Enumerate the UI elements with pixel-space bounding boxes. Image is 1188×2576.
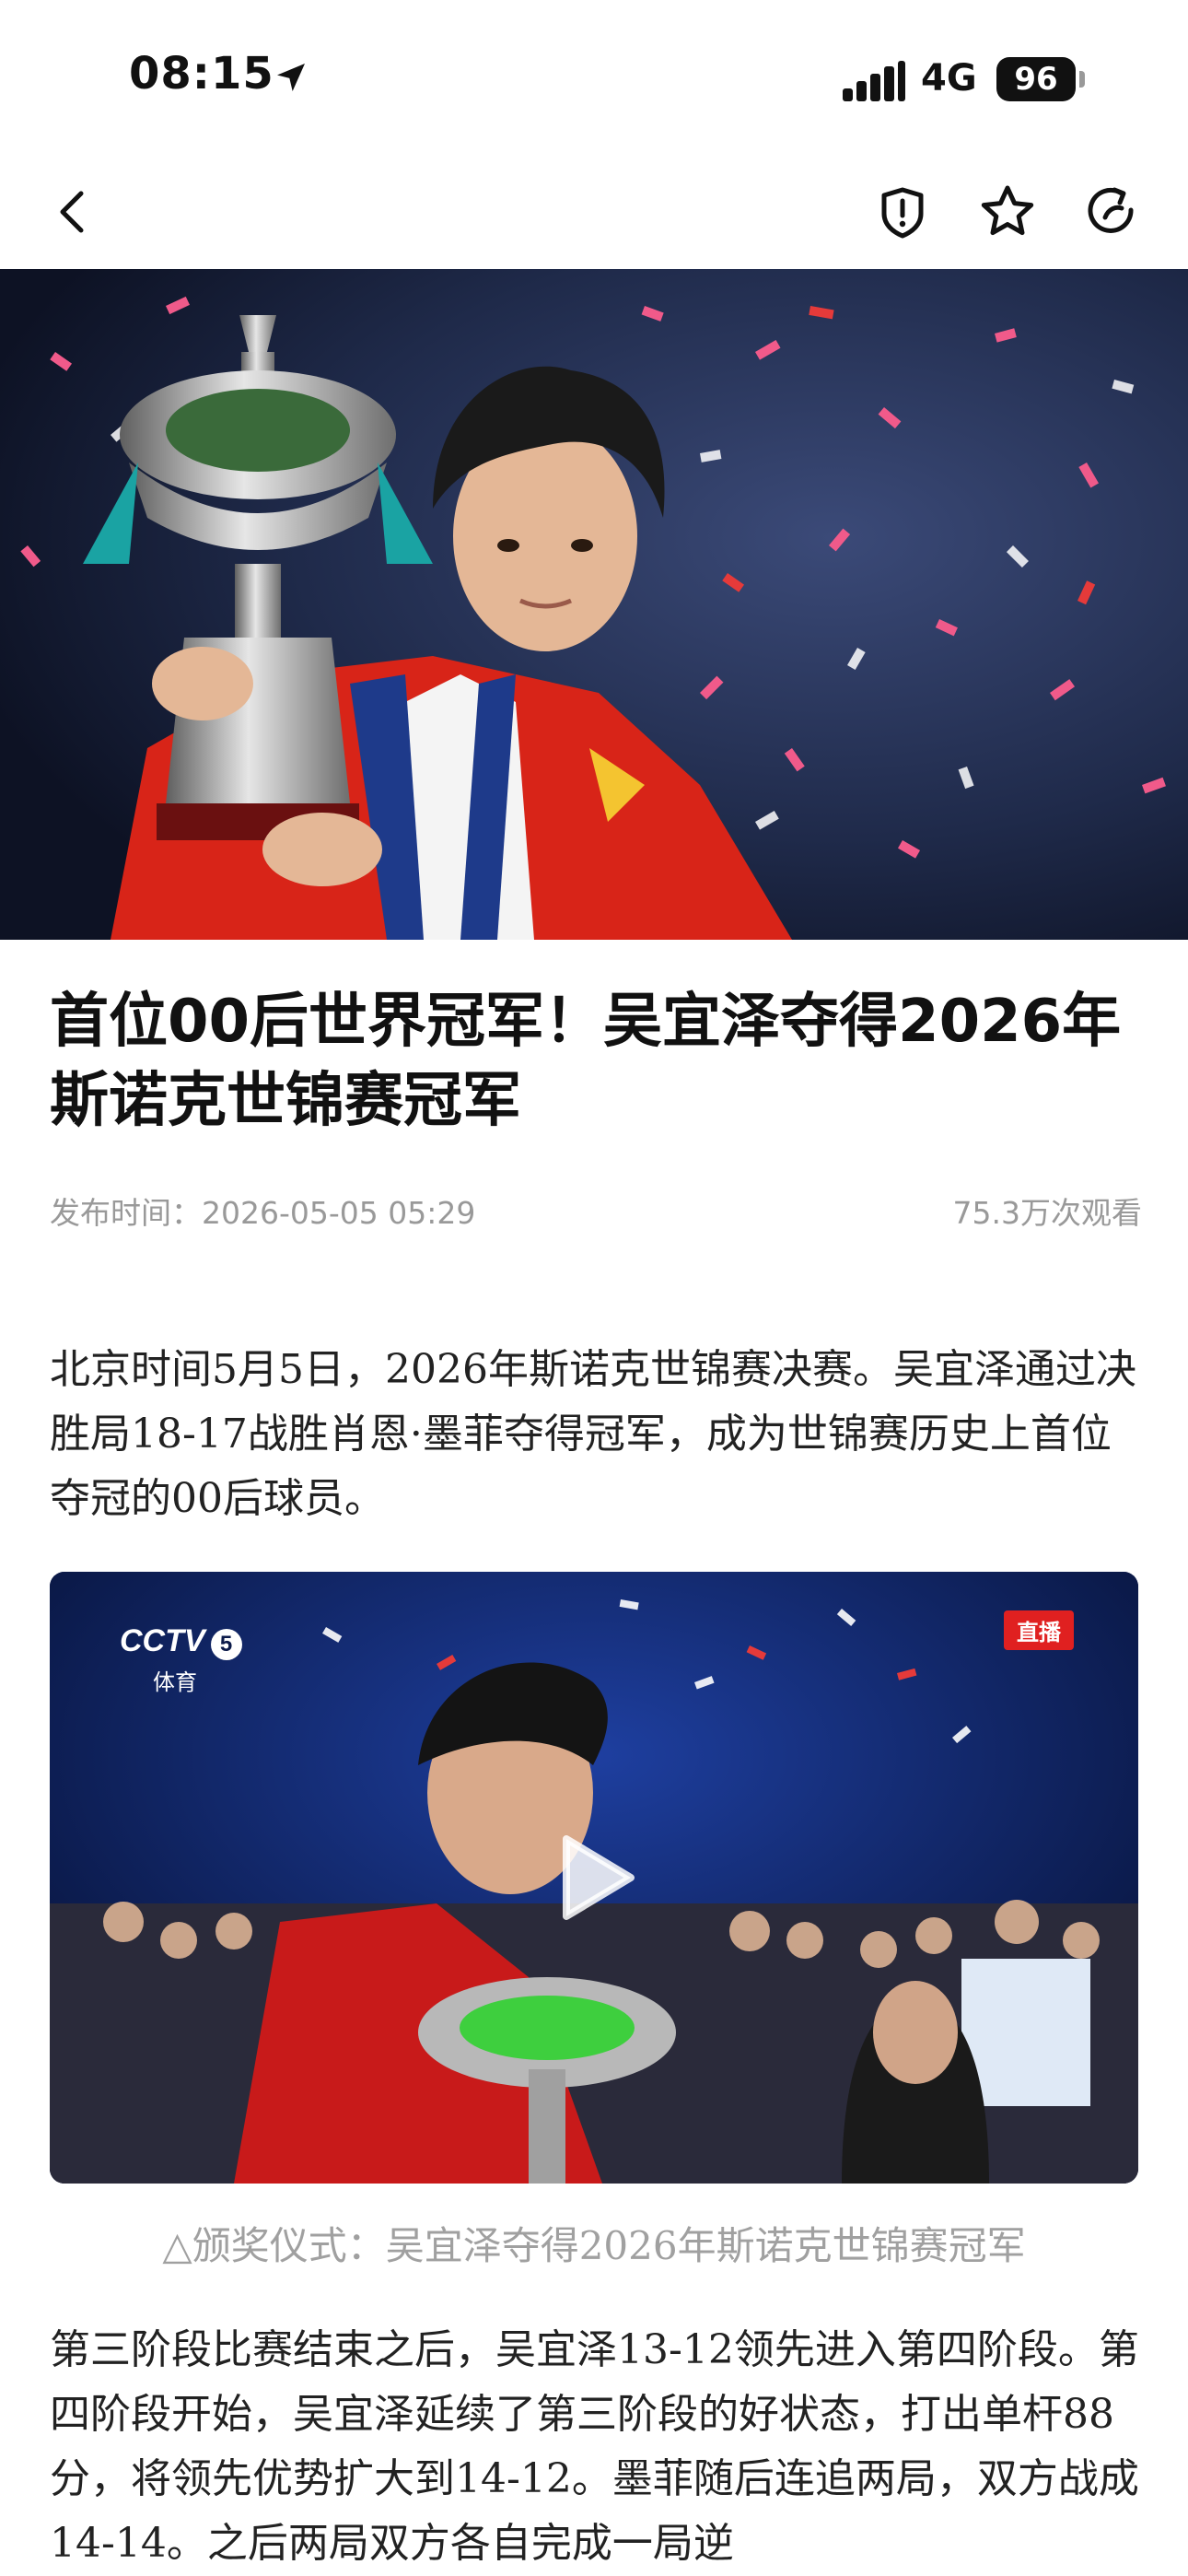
status-bar: 08:15 4G 96 — [0, 0, 1188, 157]
channel-logo: CCTV 5 — [120, 1623, 242, 1660]
report-shield-icon[interactable] — [873, 182, 932, 241]
publish-label: 发布时间： — [50, 1195, 202, 1231]
channel-subtitle: 体育 — [153, 1669, 197, 1695]
star-icon[interactable] — [978, 182, 1037, 241]
network-type: 4G — [921, 57, 977, 100]
battery-tip — [1079, 71, 1085, 88]
video-caption: △颁奖仪式：吴宜泽夺得2026年斯诺克世锦赛冠军 — [162, 2223, 1026, 2268]
channel-logo-text: CCTV — [120, 1623, 205, 1658]
battery-icon: 96 — [996, 57, 1076, 101]
article-paragraph-1: 北京时间5月5日，2026年斯诺克世锦赛决赛。吴宜泽通过决胜局18-17战胜肖恩… — [50, 1346, 1136, 1522]
channel-number: 5 — [210, 1629, 242, 1660]
status-time: 08:15 — [129, 48, 274, 100]
live-badge: 直播 — [1004, 1610, 1074, 1650]
article-title: 首位00后世界冠军！吴宜泽夺得2026年斯诺克世锦赛冠军 — [50, 988, 1122, 1135]
article-meta: 发布时间：2026-05-05 05:29 75.3万次观看 — [50, 1188, 1142, 1231]
article-paragraph-2: 第三阶段比赛结束之后，吴宜泽13-12领先进入第四阶段。第四阶段开始，吴宜泽延续… — [50, 2326, 1139, 2567]
video-player[interactable]: CCTV 5 体育 直播 — [50, 1572, 1138, 2184]
nav-bar — [0, 157, 1188, 269]
share-refresh-icon[interactable] — [1083, 182, 1142, 241]
publish-time: 2026-05-05 05:29 — [202, 1195, 476, 1231]
play-icon[interactable] — [548, 1832, 640, 1924]
view-count: 75.3万次观看 — [952, 1195, 1142, 1231]
back-chevron-icon[interactable] — [44, 182, 103, 241]
location-arrow-icon — [277, 64, 305, 91]
signal-icon — [843, 61, 905, 101]
hero-photo — [0, 269, 1188, 940]
